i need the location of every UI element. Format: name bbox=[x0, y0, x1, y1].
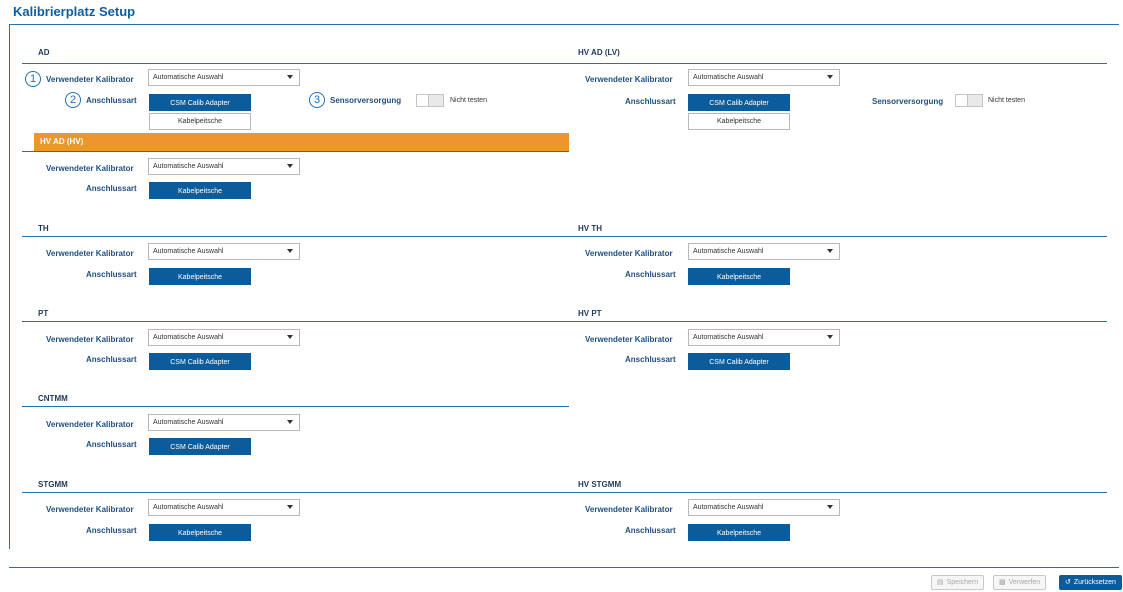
chevron-down-icon bbox=[287, 420, 293, 424]
save-icon: ▤ bbox=[937, 579, 944, 586]
section-title-hv-ad-lv: HV AD (LV) bbox=[578, 48, 620, 57]
ad-calibrator-select[interactable]: Automatische Auswahl bbox=[148, 69, 300, 86]
calibrator-label: Verwendeter Kalibrator bbox=[46, 505, 134, 514]
sensor-supply-label: Sensorversorgung bbox=[330, 96, 402, 105]
section-divider bbox=[22, 321, 569, 322]
section-divider bbox=[562, 492, 1107, 493]
marker-3-icon: 3 bbox=[309, 92, 325, 108]
section-title-ad: AD bbox=[38, 48, 50, 57]
calibrator-label: Verwendeter Kalibrator bbox=[585, 335, 673, 344]
section-title-hv-pt: HV PT bbox=[578, 309, 602, 318]
toggle-state-text: Nicht testen bbox=[988, 97, 1025, 104]
section-divider bbox=[22, 63, 569, 64]
cntmm-calibrator-select[interactable]: Automatische Auswahl bbox=[148, 414, 300, 431]
section-title-pt: PT bbox=[38, 309, 49, 318]
hv-ad-hv-kabelpeitsche-button[interactable]: Kabelpeitsche bbox=[149, 182, 251, 199]
calibrator-label: Verwendeter Kalibrator bbox=[46, 420, 134, 429]
connection-label: Anschlussart bbox=[625, 97, 676, 106]
th-kabelpeitsche-button[interactable]: Kabelpeitsche bbox=[149, 268, 251, 285]
save-button[interactable]: ▤ Speichern bbox=[931, 575, 985, 590]
section-divider bbox=[22, 406, 569, 407]
hv-stgmm-kabelpeitsche-button[interactable]: Kabelpeitsche bbox=[688, 524, 790, 541]
section-title-th: TH bbox=[38, 224, 49, 233]
ad-csm-adapter-button[interactable]: CSM Calib Adapter bbox=[149, 94, 251, 111]
page-title: Kalibrierplatz Setup bbox=[13, 4, 136, 19]
trash-icon: ▩ bbox=[999, 579, 1006, 586]
calibrator-label: Verwendeter Kalibrator bbox=[46, 249, 134, 258]
chevron-down-icon bbox=[827, 505, 833, 509]
toggle-knob bbox=[956, 95, 968, 106]
hv-ad-lv-sensor-toggle[interactable] bbox=[955, 94, 983, 107]
pt-calibrator-select[interactable]: Automatische Auswahl bbox=[148, 329, 300, 346]
connection-label: Anschlussart bbox=[625, 355, 676, 364]
calibrator-label: Verwendeter Kalibrator bbox=[585, 249, 673, 258]
calibrator-label: Verwendeter Kalibrator bbox=[46, 75, 134, 84]
calibrator-label: Verwendeter Kalibrator bbox=[585, 505, 673, 514]
connection-label: Anschlussart bbox=[86, 440, 137, 449]
calibrator-label: Verwendeter Kalibrator bbox=[46, 164, 134, 173]
chevron-down-icon bbox=[287, 505, 293, 509]
connection-label: Anschlussart bbox=[86, 355, 137, 364]
calibrator-label: Verwendeter Kalibrator bbox=[585, 75, 673, 84]
connection-label: Anschlussart bbox=[86, 526, 137, 535]
chevron-down-icon bbox=[287, 249, 293, 253]
calibrator-label: Verwendeter Kalibrator bbox=[46, 335, 134, 344]
hv-pt-calibrator-select[interactable]: Automatische Auswahl bbox=[688, 329, 840, 346]
section-title-hv-th: HV TH bbox=[578, 224, 602, 233]
title-divider bbox=[9, 24, 1119, 25]
connection-label: Anschlussart bbox=[86, 270, 137, 279]
section-title-hv-ad-hv: HV AD (HV) bbox=[34, 133, 569, 151]
marker-1-icon: 1 bbox=[25, 71, 41, 87]
hv-ad-hv-calibrator-select[interactable]: Automatische Auswahl bbox=[148, 158, 300, 175]
connection-label: Anschlussart bbox=[86, 184, 137, 193]
section-divider bbox=[562, 63, 1107, 64]
hv-pt-csm-adapter-button[interactable]: CSM Calib Adapter bbox=[688, 353, 790, 370]
discard-button[interactable]: ▩ Verwerfen bbox=[993, 575, 1047, 590]
ad-kabelpeitsche-button[interactable]: Kabelpeitsche bbox=[149, 113, 251, 130]
section-title-cntmm: CNTMM bbox=[38, 394, 68, 403]
toggle-state-text: Nicht testen bbox=[450, 97, 487, 104]
cntmm-csm-adapter-button[interactable]: CSM Calib Adapter bbox=[149, 438, 251, 455]
left-frame-line bbox=[9, 25, 10, 549]
section-divider bbox=[22, 151, 569, 152]
hv-th-kabelpeitsche-button[interactable]: Kabelpeitsche bbox=[688, 268, 790, 285]
stgmm-calibrator-select[interactable]: Automatische Auswahl bbox=[148, 499, 300, 516]
hv-ad-lv-kabelpeitsche-button[interactable]: Kabelpeitsche bbox=[688, 113, 790, 130]
toggle-knob bbox=[417, 95, 429, 106]
sensor-supply-label: Sensorversorgung bbox=[872, 97, 944, 106]
hv-stgmm-calibrator-select[interactable]: Automatische Auswahl bbox=[688, 499, 840, 516]
section-divider bbox=[562, 236, 1107, 237]
chevron-down-icon bbox=[827, 335, 833, 339]
connection-label: Anschlussart bbox=[625, 270, 676, 279]
pt-csm-adapter-button[interactable]: CSM Calib Adapter bbox=[149, 353, 251, 370]
th-calibrator-select[interactable]: Automatische Auswahl bbox=[148, 243, 300, 260]
reset-button[interactable]: ↺ Zurücksetzen bbox=[1059, 575, 1122, 590]
ad-sensor-toggle[interactable] bbox=[416, 94, 444, 107]
chevron-down-icon bbox=[287, 164, 293, 168]
section-divider bbox=[22, 492, 569, 493]
marker-2-icon: 2 bbox=[65, 92, 81, 108]
section-divider bbox=[562, 321, 1107, 322]
hv-ad-lv-calibrator-select[interactable]: Automatische Auswahl bbox=[688, 69, 840, 86]
undo-icon: ↺ bbox=[1065, 579, 1071, 586]
connection-label: Anschlussart bbox=[86, 96, 137, 105]
footer-divider bbox=[9, 567, 1119, 568]
section-title-stgmm: STGMM bbox=[38, 480, 68, 489]
stgmm-kabelpeitsche-button[interactable]: Kabelpeitsche bbox=[149, 524, 251, 541]
hv-ad-lv-csm-adapter-button[interactable]: CSM Calib Adapter bbox=[688, 94, 790, 111]
hv-th-calibrator-select[interactable]: Automatische Auswahl bbox=[688, 243, 840, 260]
chevron-down-icon bbox=[827, 75, 833, 79]
connection-label: Anschlussart bbox=[625, 526, 676, 535]
section-title-hv-stgmm: HV STGMM bbox=[578, 480, 622, 489]
section-divider bbox=[22, 236, 569, 237]
chevron-down-icon bbox=[287, 75, 293, 79]
chevron-down-icon bbox=[287, 335, 293, 339]
chevron-down-icon bbox=[827, 249, 833, 253]
